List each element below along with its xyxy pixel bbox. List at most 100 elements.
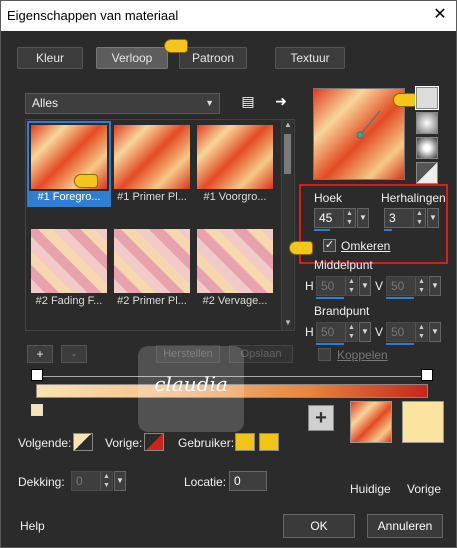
angle-handle-icon[interactable]	[314, 89, 406, 181]
spin-arrows-icon[interactable]: ▲ ▼	[345, 277, 357, 295]
remove-button[interactable]: -	[61, 345, 87, 363]
watermark-text: claudia	[154, 372, 228, 396]
gradient-thumbnail	[114, 229, 190, 293]
hoek-dropdown[interactable]: ▼	[357, 208, 369, 228]
gradient-thumbnail	[197, 229, 273, 293]
radial-style-button[interactable]	[416, 137, 438, 159]
brandpunt-label: Brandpunt	[314, 304, 370, 318]
koppelen-label: Koppelen	[337, 348, 388, 362]
gallery-item[interactable]: #1 Foregro...	[27, 121, 111, 207]
gallery-filter-value: Alles	[32, 96, 59, 110]
pointing-hand-icon	[289, 241, 313, 255]
middelpunt-v-dropdown[interactable]: ▼	[429, 276, 441, 296]
brandpunt-v-input[interactable]: 50 ▲ ▼	[386, 322, 428, 342]
hoek-label: Hoek	[314, 191, 343, 205]
gallery-filter-select[interactable]: Alles ▼	[25, 93, 220, 114]
linear-style-button[interactable]	[415, 86, 439, 110]
add-to-palette-button[interactable]: +	[308, 405, 334, 431]
gallery-item[interactable]: #2 Vervage...	[195, 227, 275, 309]
material-properties-dialog: Eigenschappen van materiaal ✕ Kleur Verl…	[0, 0, 457, 548]
gebruiker-swatch-2[interactable]	[259, 433, 279, 451]
brandpunt-h-slider[interactable]	[316, 343, 344, 345]
vorige-swatch[interactable]	[144, 433, 164, 451]
brandpunt-h-value: 50	[321, 325, 335, 339]
rectangular-style-button[interactable]	[416, 112, 438, 134]
gradient-preview[interactable]	[313, 88, 405, 180]
koppelen-checkbox[interactable]	[318, 348, 331, 361]
spin-arrows-icon[interactable]: ▲ ▼	[413, 209, 425, 227]
ok-button[interactable]: OK	[283, 514, 355, 538]
middelpunt-h-dropdown[interactable]: ▼	[359, 276, 371, 296]
middelpunt-h-input[interactable]: 50 ▲ ▼	[316, 276, 358, 296]
brandpunt-h-dropdown[interactable]: ▼	[359, 322, 371, 342]
gallery-item[interactable]: #2 Primer Pl...	[112, 227, 192, 309]
vorige-label: Vorige:	[105, 436, 143, 450]
close-icon[interactable]: ✕	[432, 7, 448, 23]
dekking-dropdown[interactable]: ▼	[114, 471, 126, 491]
brandpunt-h-input[interactable]: 50 ▲ ▼	[316, 322, 358, 342]
locatie-label: Locatie:	[184, 475, 227, 489]
volgende-swatch[interactable]	[73, 433, 93, 451]
chevron-up-icon[interactable]: ▲	[282, 120, 294, 132]
huidige-swatch[interactable]	[350, 401, 392, 443]
spin-arrows-icon[interactable]: ▲ ▼	[100, 472, 112, 490]
browse-folder-icon[interactable]: ▤	[238, 91, 258, 111]
hoek-input[interactable]: 45 ▲ ▼	[314, 208, 356, 228]
herhalingen-slider[interactable]	[384, 229, 392, 231]
pointing-hand-icon	[393, 93, 417, 107]
arrow-right-icon[interactable]: ➜	[271, 91, 291, 111]
locatie-input[interactable]: 0	[229, 471, 267, 491]
tab-patroon[interactable]: Patroon	[179, 47, 247, 69]
brandpunt-h-label: H	[305, 325, 314, 339]
herhalingen-dropdown[interactable]: ▼	[427, 208, 439, 228]
brandpunt-v-dropdown[interactable]: ▼	[429, 322, 441, 342]
sunburst-style-button[interactable]	[416, 162, 438, 184]
volgende-label: Volgende:	[18, 436, 72, 450]
vorige-big-swatch[interactable]	[402, 401, 444, 443]
spin-arrows-icon[interactable]: ▲ ▼	[345, 323, 357, 341]
color-stop-left[interactable]	[31, 404, 43, 416]
middelpunt-v-slider[interactable]	[386, 297, 414, 299]
dekking-input[interactable]: 0 ▲ ▼	[71, 471, 113, 491]
gallery-item-caption: #1 Primer Pl...	[117, 191, 187, 203]
hoek-value: 45	[319, 211, 333, 225]
gradient-thumbnail	[114, 125, 190, 189]
middelpunt-h-label: H	[305, 279, 314, 293]
opacity-stop-right[interactable]	[421, 369, 433, 381]
add-button[interactable]: +	[27, 345, 53, 363]
gallery-scrollbar[interactable]: ▲ ▼	[281, 120, 293, 330]
spin-arrows-icon[interactable]: ▲ ▼	[343, 209, 355, 227]
dekking-label: Dekking:	[18, 475, 65, 489]
omkeren-checkbox[interactable]: ✓	[323, 239, 336, 252]
middelpunt-v-value: 50	[391, 279, 405, 293]
chevron-down-icon: ▼	[205, 98, 214, 108]
help-link[interactable]: Help	[20, 519, 45, 533]
hoek-slider[interactable]	[314, 229, 330, 231]
gallery-item-caption: #2 Fading F...	[35, 295, 103, 307]
tab-textuur[interactable]: Textuur	[275, 47, 345, 69]
gallery-item[interactable]: #1 Voorgro...	[195, 123, 275, 205]
brandpunt-v-value: 50	[391, 325, 405, 339]
herhalingen-value: 3	[389, 211, 396, 225]
gradient-gallery: #1 Foregro... #1 Primer Pl... #1 Voorgro…	[25, 119, 295, 331]
gallery-item[interactable]: #2 Fading F...	[29, 227, 109, 309]
gebruiker-swatch-1[interactable]	[235, 433, 255, 451]
gradient-thumbnail	[31, 229, 107, 293]
dekking-value: 0	[76, 474, 83, 488]
cancel-button[interactable]: Annuleren	[367, 514, 443, 538]
tab-kleur[interactable]: Kleur	[17, 47, 83, 69]
brandpunt-v-slider[interactable]	[386, 343, 414, 345]
scrollbar-thumb[interactable]	[284, 134, 291, 174]
opacity-stop-left[interactable]	[31, 369, 43, 381]
tab-verloop[interactable]: Verloop	[96, 47, 168, 69]
herhalingen-input[interactable]: 3 ▲ ▼	[384, 208, 426, 228]
spin-arrows-icon[interactable]: ▲ ▼	[415, 277, 427, 295]
gallery-item[interactable]: #1 Primer Pl...	[112, 123, 192, 205]
middelpunt-v-input[interactable]: 50 ▲ ▼	[386, 276, 428, 296]
gallery-item-caption: #2 Primer Pl...	[117, 295, 187, 307]
chevron-down-icon[interactable]: ▼	[282, 318, 294, 330]
middelpunt-h-value: 50	[321, 279, 335, 293]
vorige-big-label: Vorige	[407, 482, 442, 496]
middelpunt-h-slider[interactable]	[316, 297, 344, 299]
spin-arrows-icon[interactable]: ▲ ▼	[415, 323, 427, 341]
